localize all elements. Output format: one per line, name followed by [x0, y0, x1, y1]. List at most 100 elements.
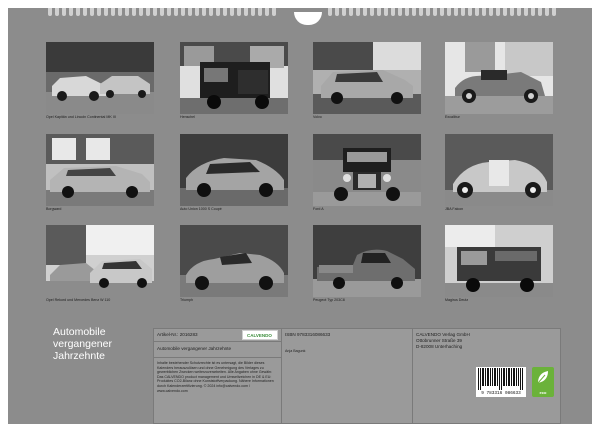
binding-ring [125, 8, 129, 16]
binding-ring [342, 8, 346, 16]
binding-hole [294, 12, 322, 25]
photo-image [46, 42, 154, 114]
binding-ring [370, 8, 374, 16]
photo-caption: Triumph [180, 298, 194, 302]
photo-caption: Magirus Deutz [445, 298, 469, 302]
binding-ring [111, 8, 115, 16]
binding-ring [363, 8, 367, 16]
binding-ring [517, 8, 521, 16]
binding-ring [181, 8, 185, 16]
binding-ring [419, 8, 423, 16]
photo-caption: Ford A [313, 207, 324, 211]
publisher-line: CALVENDO Verlag GmbH [416, 332, 470, 337]
photo-opel-kapitaen: Opel Kapitän und Lincoln Continental MK … [46, 42, 154, 126]
binding-ring [377, 8, 381, 16]
photo-jba-falcon: JBA Falcon [445, 134, 553, 218]
photo-auto-union: Auto Union 1000 S Coupé [180, 134, 288, 218]
binding-ring [384, 8, 388, 16]
binding-ring [545, 8, 549, 16]
binding-ring [97, 8, 101, 16]
author: Anja Bagunk [285, 349, 306, 353]
barcode: 9 783316 086633 [476, 367, 526, 397]
product-title: Automobile vergangener Jahrzehnte [157, 346, 232, 351]
publisher-line: D-82008 Unterhaching [416, 344, 463, 349]
photo-image [180, 225, 288, 297]
binding-ring [391, 8, 395, 16]
binding-ring [160, 8, 164, 16]
binding-ring [503, 8, 507, 16]
binding-ring [258, 8, 262, 16]
binding-ring [356, 8, 360, 16]
binding-ring [251, 8, 255, 16]
binding-ring [62, 8, 66, 16]
publisher-line: Ottobrunner Straße 39 [416, 338, 462, 343]
binding-ring [426, 8, 430, 16]
binding-ring [335, 8, 339, 16]
calendar-title: Automobile vergangener Jahrzehnte [53, 326, 143, 362]
photo-image [313, 42, 421, 114]
article-number: Artikel-Nr.: 2016283 [157, 332, 198, 337]
binding-ring [349, 8, 353, 16]
calendar-page: Opel Kapitän und Lincoln Continental MK … [8, 8, 592, 424]
photo-caption: JBA Falcon [445, 207, 464, 211]
photo-image [180, 134, 288, 206]
photo-volvo: Volvo [313, 42, 421, 126]
binding-ring [265, 8, 269, 16]
binding-ring [69, 8, 73, 16]
binding-ring [104, 8, 108, 16]
binding-ring [454, 8, 458, 16]
binding-ring [230, 8, 234, 16]
eco-label: eco [539, 390, 547, 395]
legal-description: Inhalte bestehender Schutzrechte ist es … [157, 361, 274, 393]
binding-ring [552, 8, 556, 16]
binding-ring [167, 8, 171, 16]
binding-ring [524, 8, 528, 16]
title-line: vergangener [53, 338, 112, 350]
photo-image [445, 42, 553, 114]
photo-borgward: Borgward [46, 134, 154, 218]
product-info-box: Artikel-Nr.: 2016283 CALVENDO Automobile… [153, 328, 561, 424]
binding-ring [146, 8, 150, 16]
binding-ring [272, 8, 276, 16]
title-line: Jahrzehnte [53, 350, 105, 362]
binding-ring [468, 8, 472, 16]
binding-ring [398, 8, 402, 16]
barcode-number: 9 783316 086633 [481, 391, 521, 396]
binding-ring [216, 8, 220, 16]
photo-image [313, 134, 421, 206]
binding-ring [195, 8, 199, 16]
binding-rings-right [328, 8, 559, 16]
binding-ring [55, 8, 59, 16]
binding-ring [433, 8, 437, 16]
title-line: Automobile [53, 326, 106, 338]
photo-caption: Auto Union 1000 S Coupé [180, 207, 222, 211]
binding-ring [153, 8, 157, 16]
photo-caption: Opel Kapitän und Lincoln Continental MK … [46, 115, 116, 119]
binding-ring [237, 8, 241, 16]
binding-ring [489, 8, 493, 16]
binding-ring [90, 8, 94, 16]
photo-caption: Opel Rekord und Mercedes Benz W 110 [46, 298, 111, 302]
binding-rings-left [48, 8, 279, 16]
photo-henschel: Henschel [180, 42, 288, 126]
photo-caption: Volvo [313, 115, 322, 119]
binding-ring [202, 8, 206, 16]
photo-image [46, 134, 154, 206]
binding-ring [48, 8, 52, 16]
binding-ring [412, 8, 416, 16]
binding-ring [83, 8, 87, 16]
binding-ring [209, 8, 213, 16]
eco-leaf-icon: eco [532, 367, 554, 397]
binding-ring [328, 8, 332, 16]
photo-caption: Excalibur [445, 115, 460, 119]
photo-image [445, 134, 553, 206]
isbn: ISBN 9783316086633 [285, 332, 331, 337]
binding-ring [482, 8, 486, 16]
photo-peugeot-203: Peugeot Typ 203C8 [313, 225, 421, 309]
photo-excalibur: Excalibur [445, 42, 553, 126]
photo-opel-rekord: Opel Rekord und Mercedes Benz W 110 [46, 225, 154, 309]
binding-ring [139, 8, 143, 16]
photo-triumph: Triumph [180, 225, 288, 309]
photo-image [445, 225, 553, 297]
binding-ring [510, 8, 514, 16]
